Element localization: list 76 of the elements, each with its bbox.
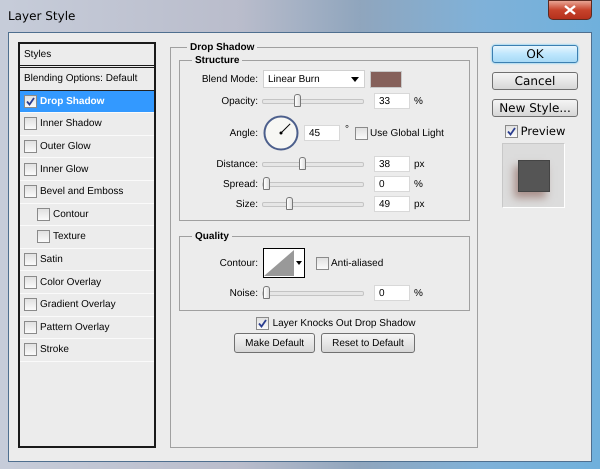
unit-label: % (414, 288, 423, 298)
style-item[interactable]: Gradient Overlay (20, 294, 154, 317)
field-label: Size: (234, 198, 259, 210)
list-header: Styles (20, 44, 154, 68)
unit-label: ° (345, 124, 349, 135)
field-label: Contour: (218, 258, 259, 268)
slider-handle[interactable] (294, 94, 301, 106)
panel-title: Drop Shadow (189, 42, 256, 53)
group-title: Quality (194, 231, 230, 242)
value-field[interactable]: 45 (304, 125, 340, 141)
style-item[interactable]: Satin (20, 248, 154, 272)
caret-icon (351, 76, 359, 82)
contour-curve-icon (264, 250, 294, 276)
checkbox[interactable] (24, 298, 37, 312)
close-icon (564, 5, 576, 15)
checkbox[interactable] (316, 256, 329, 270)
checkbox-label: Layer Knocks Out Drop Shadow (272, 318, 416, 329)
slider-handle[interactable] (286, 196, 294, 210)
slider-handle[interactable] (263, 176, 270, 190)
checkbox[interactable] (24, 140, 37, 154)
style-item[interactable]: Outer Glow (20, 136, 154, 158)
style-item[interactable]: Pattern Overlay (20, 316, 154, 340)
checkbox-label: Use Global Light (370, 128, 444, 138)
value-field[interactable]: 0 (374, 176, 410, 192)
close-button[interactable] (548, 0, 592, 20)
style-item[interactable]: Inner Shadow (20, 113, 154, 136)
dialog-button[interactable]: OK (492, 45, 578, 63)
checkbox[interactable] (24, 117, 37, 130)
unit-label: % (414, 96, 423, 106)
value-field[interactable]: 49 (374, 196, 410, 212)
contour-picker[interactable] (263, 248, 305, 278)
checkbox[interactable] (24, 185, 37, 198)
style-item[interactable]: Contour (20, 204, 154, 226)
checkbox-label: Anti-aliased (331, 258, 384, 268)
checkbox[interactable] (37, 208, 50, 221)
color-swatch[interactable] (370, 70, 402, 88)
dialog-button[interactable]: New Style... (492, 99, 578, 117)
preview-thumbnail (502, 143, 565, 208)
style-item[interactable]: Color Overlay (20, 271, 154, 294)
checkbox[interactable] (24, 276, 37, 289)
style-item[interactable]: Inner Glow (20, 158, 154, 181)
style-item[interactable]: Bevel and Emboss (20, 180, 154, 204)
panel-button[interactable]: Reset to Default (321, 333, 415, 353)
checkbox[interactable] (37, 230, 50, 244)
field-label: Blend Mode: (200, 74, 259, 84)
panel-button[interactable]: Make Default (234, 333, 316, 353)
field-label: Opacity: (220, 96, 259, 106)
checkbox-label: Preview (520, 124, 566, 138)
checkbox[interactable] (355, 126, 368, 140)
checkbox[interactable] (24, 343, 37, 356)
unit-label: px (414, 158, 425, 170)
checkbox[interactable] (24, 162, 37, 176)
field-label: Spread: (222, 178, 259, 190)
group-title: Structure (194, 55, 240, 66)
value-field[interactable]: 0 (374, 285, 410, 301)
checkbox[interactable] (24, 253, 37, 266)
checkbox[interactable] (504, 124, 518, 138)
checkbox[interactable] (24, 320, 37, 334)
field-label: Angle: (228, 128, 259, 138)
style-item[interactable]: Texture (20, 226, 154, 249)
field-label: Distance: (215, 158, 259, 170)
dialog-button[interactable]: Cancel (492, 72, 578, 90)
style-item[interactable]: Stroke (20, 339, 154, 362)
unit-label: % (414, 178, 423, 190)
slider-handle[interactable] (299, 156, 306, 170)
value-field[interactable]: 33 (374, 93, 410, 109)
unit-label: px (414, 198, 425, 210)
slider-handle[interactable] (263, 286, 270, 298)
angle-dial[interactable] (263, 115, 299, 151)
field-label: Noise: (228, 288, 259, 298)
blend-mode-dropdown[interactable]: Linear Burn (263, 70, 365, 88)
caret-icon (296, 261, 302, 265)
checkbox[interactable] (24, 94, 37, 108)
window-title: Layer Style (8, 9, 76, 23)
value-field[interactable]: 38 (374, 156, 410, 172)
checkbox[interactable] (256, 317, 269, 330)
